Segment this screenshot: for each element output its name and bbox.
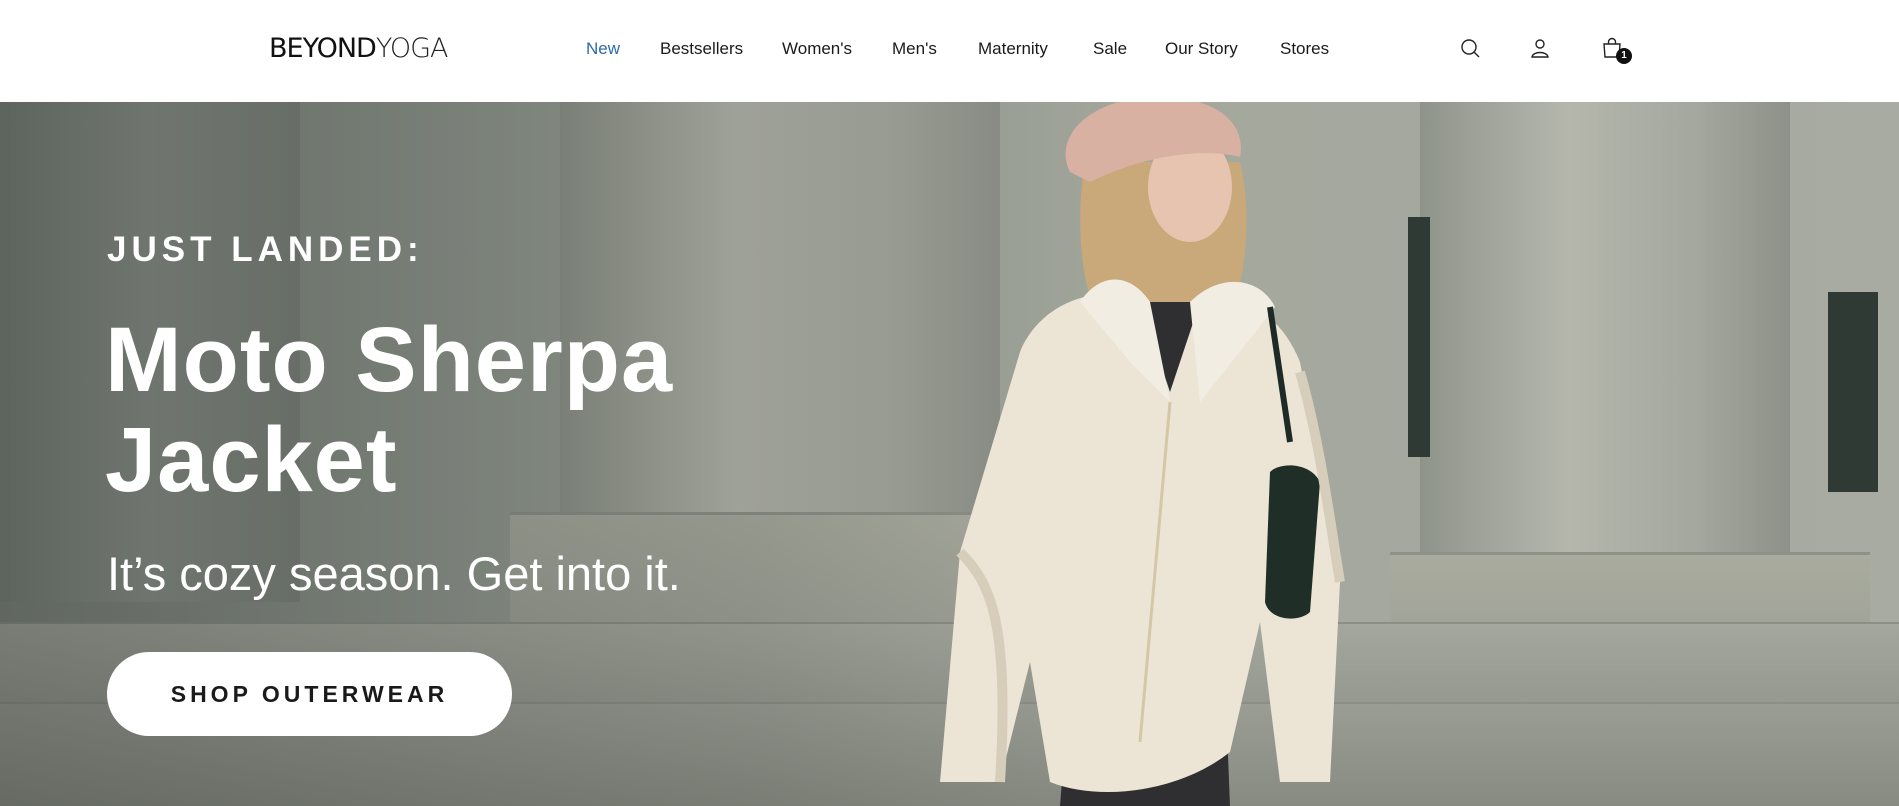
logo-bold-text: BEYOND (269, 33, 377, 64)
cart-count-badge: 1 (1616, 48, 1632, 64)
brand-logo[interactable]: BEYONDYOGA (269, 33, 449, 64)
nav-item-womens[interactable]: Women's (782, 37, 852, 61)
hero-subhead: It’s cozy season. Get into it. (107, 547, 681, 600)
hero-headline-line-2: Jacket (105, 409, 398, 511)
hero-banner: JUST LANDED: Moto Sherpa Jacket It’s coz… (0, 102, 1899, 806)
logo-light-text: YOGA (375, 33, 449, 64)
nav-item-mens[interactable]: Men's (892, 37, 937, 61)
shop-outerwear-button[interactable]: SHOP OUTERWEAR (107, 652, 512, 736)
nav-item-bestsellers[interactable]: Bestsellers (660, 37, 743, 61)
hero-headline-line-1: Moto Sherpa (105, 309, 674, 411)
model-in-sherpa-jacket-image (940, 102, 1345, 806)
nav-item-our-story[interactable]: Our Story (1165, 37, 1238, 61)
shopping-bag-icon[interactable]: 1 (1600, 36, 1632, 64)
hero-headline: Moto Sherpa Jacket (105, 310, 725, 510)
site-header: BEYONDYOGA New Bestsellers Women's Men's… (0, 0, 1899, 102)
hero-eyebrow: JUST LANDED: (107, 230, 424, 269)
nav-item-sale[interactable]: Sale (1093, 37, 1127, 61)
nav-item-new[interactable]: New (586, 37, 620, 61)
nav-item-stores[interactable]: Stores (1280, 37, 1329, 61)
search-icon[interactable] (1458, 36, 1482, 60)
user-icon[interactable] (1528, 36, 1552, 60)
nav-item-maternity[interactable]: Maternity (978, 37, 1048, 61)
